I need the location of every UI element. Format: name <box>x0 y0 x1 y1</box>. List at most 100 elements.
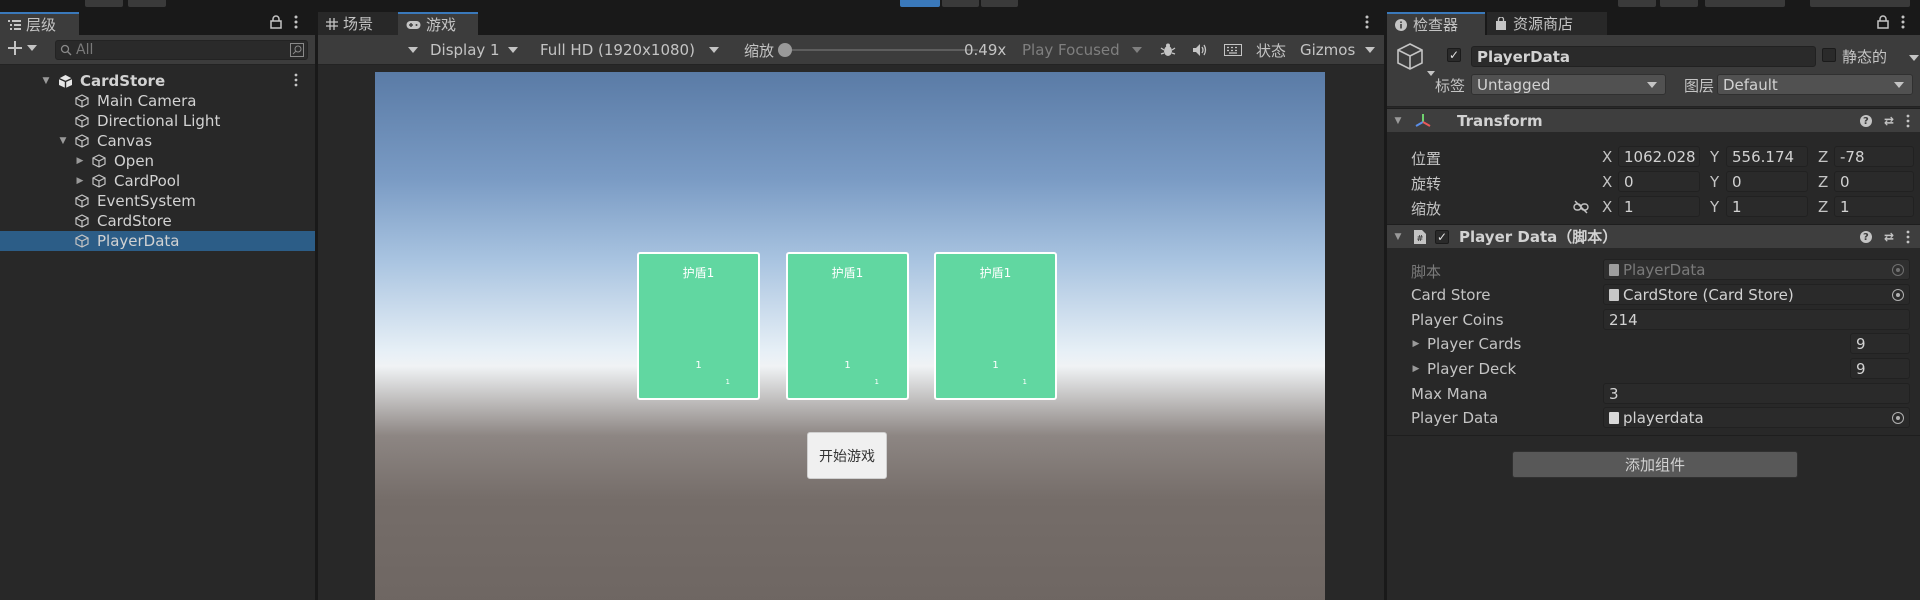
position-x-field[interactable]: 1062.028 <box>1618 146 1700 167</box>
gameobject-cube-icon[interactable] <box>1395 41 1425 71</box>
keyboard-icon[interactable] <box>1224 35 1242 65</box>
constrain-proportions-icon[interactable] <box>1573 200 1589 214</box>
hierarchy-item[interactable]: ▼ CardStore <box>0 71 315 91</box>
layer-dropdown[interactable]: Default <box>1717 74 1913 95</box>
lock-icon[interactable] <box>1877 15 1889 29</box>
transform-header[interactable]: ▼ Transform ? ⇄ <box>1387 108 1920 132</box>
foldout-open-icon[interactable]: ▼ <box>1393 116 1403 126</box>
axis-z-label[interactable]: Z <box>1818 173 1828 191</box>
resolution-dropdown[interactable]: Full HD (1920x1080) <box>540 35 736 65</box>
rotation-y-field[interactable]: 0 <box>1726 171 1808 192</box>
step-button[interactable] <box>981 0 1018 7</box>
rotation-z-field[interactable]: 0 <box>1834 171 1914 192</box>
hierarchy-item[interactable]: ▶ Open <box>0 151 315 171</box>
play-focused-dropdown[interactable]: Play Focused <box>1022 35 1148 65</box>
bug-icon[interactable] <box>1160 35 1176 65</box>
kebab-menu-icon[interactable] <box>294 14 298 30</box>
kebab-menu-icon[interactable] <box>1901 14 1905 30</box>
player-deck-size-field[interactable]: 9 <box>1850 358 1910 379</box>
stats-button[interactable]: 状态 <box>1256 35 1286 65</box>
hierarchy-item[interactable]: Main Camera <box>0 91 315 111</box>
hierarchy-item[interactable]: Directional Light <box>0 111 315 131</box>
foldout-open-icon[interactable]: ▼ <box>1393 232 1403 242</box>
lock-icon[interactable] <box>270 15 282 29</box>
axis-x-label[interactable]: X <box>1602 173 1612 191</box>
position-y-field[interactable]: 556.174 <box>1726 146 1808 167</box>
player-coins-field[interactable]: 214 <box>1603 309 1910 330</box>
game-mode-dropdown[interactable] <box>318 35 426 65</box>
kebab-menu-icon[interactable] <box>1906 114 1910 128</box>
card-store-field[interactable]: CardStore (Card Store) <box>1603 284 1910 305</box>
card[interactable]: 护盾1 1 1 <box>934 252 1057 400</box>
player-data-field[interactable]: playerdata <box>1603 407 1910 428</box>
foldout-closed-icon[interactable]: ▶ <box>75 176 85 186</box>
active-checkbox[interactable]: ✓ <box>1447 48 1461 62</box>
top-toolbar-button[interactable] <box>1660 0 1698 7</box>
preset-icon[interactable]: ⇄ <box>1884 230 1894 244</box>
scale-slider[interactable] <box>778 35 978 65</box>
top-toolbar-button[interactable] <box>128 0 166 7</box>
pause-button[interactable] <box>942 0 979 7</box>
kebab-menu-icon[interactable] <box>1906 230 1910 244</box>
axis-y-label[interactable]: Y <box>1710 148 1719 166</box>
kebab-menu-icon[interactable] <box>294 73 298 87</box>
hierarchy-item[interactable]: ▼ Canvas <box>0 131 315 151</box>
scale-x-field[interactable]: 1 <box>1618 196 1700 217</box>
card[interactable]: 护盾1 1 1 <box>786 252 909 400</box>
kebab-menu-icon[interactable] <box>1365 14 1369 30</box>
hierarchy-item[interactable]: PlayerData <box>0 231 315 251</box>
rotation-x-field[interactable]: 0 <box>1618 171 1700 192</box>
tag-dropdown[interactable]: Untagged <box>1471 74 1666 95</box>
tab-asset-store[interactable]: 资源商店 <box>1487 12 1607 35</box>
game-viewport[interactable]: 护盾1 1 1 护盾1 1 1 护盾1 1 1 开始游戏 <box>375 72 1325 600</box>
add-object-button[interactable] <box>8 41 37 55</box>
object-name-field[interactable]: PlayerData <box>1471 46 1816 67</box>
chevron-down-icon[interactable] <box>1427 71 1435 76</box>
search-filter-icon[interactable] <box>290 43 304 57</box>
foldout-open-icon[interactable]: ▼ <box>58 136 68 146</box>
axis-x-label[interactable]: X <box>1602 198 1612 216</box>
speaker-icon[interactable] <box>1192 35 1208 65</box>
start-game-button[interactable]: 开始游戏 <box>807 432 887 479</box>
panel-splitter[interactable] <box>1384 10 1387 600</box>
search-input[interactable]: All <box>55 40 308 60</box>
tab-scene[interactable]: 场景 <box>318 12 398 35</box>
position-z-field[interactable]: -78 <box>1834 146 1914 167</box>
help-icon[interactable]: ? <box>1859 115 1872 127</box>
tab-hierarchy[interactable]: 层级 <box>0 12 79 35</box>
foldout-closed-icon[interactable]: ▶ <box>75 156 85 166</box>
preset-icon[interactable]: ⇄ <box>1884 114 1894 128</box>
foldout-open-icon[interactable]: ▼ <box>41 76 51 86</box>
panel-splitter[interactable] <box>315 10 318 600</box>
slider-thumb[interactable] <box>778 43 792 57</box>
scale-y-field[interactable]: 1 <box>1726 196 1808 217</box>
tab-game[interactable]: 游戏 <box>398 12 478 35</box>
axis-z-label[interactable]: Z <box>1818 148 1828 166</box>
tab-inspector[interactable]: 检查器 <box>1387 12 1485 35</box>
top-toolbar-button[interactable] <box>85 0 123 7</box>
display-dropdown[interactable]: Display 1 <box>430 35 530 65</box>
hierarchy-item[interactable]: EventSystem <box>0 191 315 211</box>
layers-dropdown[interactable] <box>1705 0 1785 7</box>
add-component-button[interactable]: 添加组件 <box>1512 451 1798 478</box>
max-mana-field[interactable]: 3 <box>1603 383 1910 404</box>
help-icon[interactable]: ? <box>1859 231 1872 243</box>
hierarchy-item[interactable]: CardStore <box>0 211 315 231</box>
player-cards-size-field[interactable]: 9 <box>1850 333 1910 354</box>
layout-dropdown[interactable] <box>1810 0 1910 7</box>
top-toolbar-button[interactable] <box>1618 0 1656 7</box>
chevron-down-icon[interactable] <box>1909 55 1919 61</box>
player-data-header[interactable]: ▼ # ✓ Player Data（脚本） ? ⇄ <box>1387 224 1920 248</box>
gizmos-dropdown[interactable]: Gizmos <box>1300 35 1382 65</box>
play-button[interactable] <box>900 0 940 7</box>
card[interactable]: 护盾1 1 1 <box>637 252 760 400</box>
static-checkbox[interactable] <box>1822 48 1836 62</box>
player-cards-foldout[interactable]: ▶ Player Cards <box>1411 335 1522 353</box>
axis-x-label[interactable]: X <box>1602 148 1612 166</box>
hierarchy-item[interactable]: ▶ CardPool <box>0 171 315 191</box>
object-picker-icon[interactable] <box>1892 289 1904 301</box>
scale-z-field[interactable]: 1 <box>1834 196 1914 217</box>
component-enabled-checkbox[interactable]: ✓ <box>1435 229 1449 244</box>
axis-y-label[interactable]: Y <box>1710 173 1719 191</box>
axis-y-label[interactable]: Y <box>1710 198 1719 216</box>
